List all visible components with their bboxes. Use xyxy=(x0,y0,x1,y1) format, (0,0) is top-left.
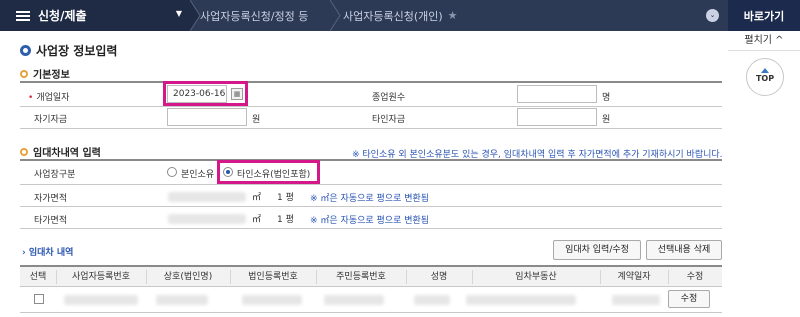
breadcrumb-label: 사업자등록신청(개인) xyxy=(343,9,443,23)
top-navigation-bar: 신청/제출 ▼ 사업자등록신청/정정 등 사업자등록신청(개인) ★ ⌄ xyxy=(0,0,728,31)
heading-bullet-icon xyxy=(20,147,28,156)
blurred-name xyxy=(414,295,450,305)
page-title: 사업장 정보입력 xyxy=(20,42,117,59)
own-capital-label: 자기자금 xyxy=(34,115,68,125)
hamburger-icon xyxy=(16,9,30,23)
col-edit: 수정 xyxy=(686,272,704,282)
blurred-corp-number xyxy=(242,295,302,305)
col-select: 선택 xyxy=(29,272,47,282)
scroll-top-button[interactable]: TOP xyxy=(746,58,784,96)
heading-bullet-icon xyxy=(20,69,28,78)
highlight-box xyxy=(217,160,320,184)
area-unit: ㎡ xyxy=(252,193,262,203)
blurred-company-name xyxy=(156,295,208,305)
row-divider xyxy=(20,106,722,107)
section-bullet-icon xyxy=(20,45,31,56)
delete-selected-button[interactable]: 선택내용 삭제 xyxy=(646,240,722,260)
lease-table-header: 선택 사업자등록번호 상호(법인명) 법인등록번호 주민등록번호 성명 임차부동… xyxy=(20,265,722,287)
open-date-label: • 개업일자 xyxy=(28,93,70,103)
breadcrumb-item-individual[interactable]: 사업자등록신청(개인) ★ xyxy=(343,0,458,31)
employees-unit: 명 xyxy=(602,93,611,103)
col-corp-number: 법인등록번호 xyxy=(248,272,298,282)
required-mark-icon: • xyxy=(28,93,34,103)
other-area-value xyxy=(168,214,246,224)
row-divider xyxy=(20,228,722,229)
lease-list-title: › 임대차 내역 xyxy=(22,248,74,258)
col-resident-number: 주민등록번호 xyxy=(336,272,386,282)
other-capital-label: 타인자금 xyxy=(372,115,406,125)
caret-down-icon: ▼ xyxy=(175,9,182,18)
menu-button[interactable]: 신청/제출 ▼ xyxy=(0,0,190,31)
pyeong-value: 1 평 xyxy=(277,193,294,203)
row-divider xyxy=(20,128,722,129)
area-unit: ㎡ xyxy=(252,215,262,225)
highlight-box xyxy=(163,81,248,106)
col-contract-date: 계약일자 xyxy=(617,272,651,282)
site-type-label: 사업장구분 xyxy=(34,170,76,180)
own-area-value xyxy=(168,192,246,202)
other-capital-input[interactable] xyxy=(517,108,597,126)
row-divider xyxy=(20,184,722,185)
blurred-business-number xyxy=(64,295,138,305)
employees-label: 종업원수 xyxy=(372,93,406,103)
radio-self-owned[interactable] xyxy=(167,167,177,177)
breadcrumb-item-registration[interactable]: 사업자등록신청/정정 등 xyxy=(200,0,308,31)
table-top-border xyxy=(20,159,722,161)
table-top-border xyxy=(20,81,722,83)
scroll-top-label: TOP xyxy=(755,74,775,83)
row-edit-button[interactable]: 수정 xyxy=(668,290,710,308)
blurred-contract-date xyxy=(612,295,660,305)
page-title-text: 사업장 정보입력 xyxy=(36,44,118,58)
basic-info-heading: 기본정보 xyxy=(20,66,70,81)
blurred-property xyxy=(466,295,576,305)
expand-button[interactable]: 펼치기 ^ xyxy=(728,31,800,51)
col-name: 성명 xyxy=(430,272,448,282)
own-area-label: 자가면적 xyxy=(34,194,68,204)
basic-info-title: 기본정보 xyxy=(33,70,70,81)
shortcut-button[interactable]: 바로가기 xyxy=(728,0,800,31)
employees-input[interactable] xyxy=(517,85,597,103)
lease-input-title: 임대차내역 입력 xyxy=(33,148,101,159)
own-capital-input[interactable] xyxy=(167,108,247,126)
pyeong-value: 1 평 xyxy=(277,215,294,225)
breadcrumb-label: 사업자등록신청/정정 등 xyxy=(200,9,309,23)
option-self-label: 본인소유 xyxy=(181,170,215,180)
convert-note: ※ ㎡은 자동으로 평으로 변환됨 xyxy=(310,194,430,204)
breadcrumb-separator-icon xyxy=(330,0,342,31)
lease-input-heading: 임대차내역 입력 xyxy=(20,144,101,159)
other-area-label: 타가면적 xyxy=(34,216,68,226)
col-business-number: 사업자등록번호 xyxy=(72,272,130,282)
lease-input-button[interactable]: 임대차 입력/수정 xyxy=(553,240,641,260)
col-leased-property: 임차부동산 xyxy=(515,272,557,282)
col-company-name: 상호(법인명) xyxy=(163,272,213,282)
row-divider xyxy=(20,206,722,207)
other-capital-unit: 원 xyxy=(602,115,611,125)
row-select-checkbox[interactable] xyxy=(34,294,44,304)
menu-label: 신청/제출 xyxy=(38,9,87,23)
favorite-star-icon[interactable]: ★ xyxy=(448,9,458,22)
own-capital-unit: 원 xyxy=(252,115,261,125)
arrow-up-icon xyxy=(761,68,769,73)
convert-note: ※ ㎡은 자동으로 평으로 변환됨 xyxy=(310,216,430,226)
blurred-resident-number xyxy=(324,295,384,305)
row-divider xyxy=(20,312,722,313)
chevron-down-icon[interactable]: ⌄ xyxy=(706,9,719,22)
